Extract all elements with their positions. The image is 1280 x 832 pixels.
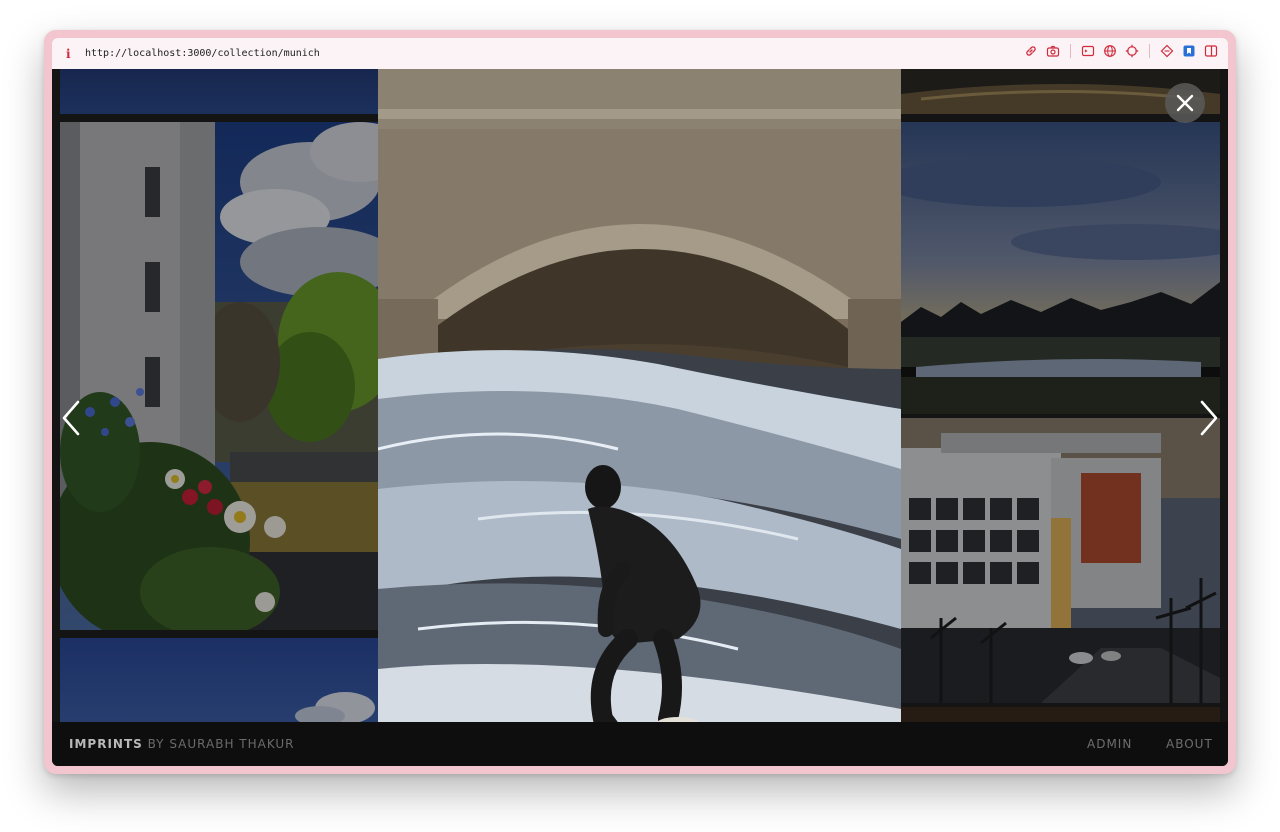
tile-dim: [60, 69, 378, 114]
photo-blue-sky[interactable]: [60, 69, 378, 114]
bookmark-icon[interactable]: [1182, 44, 1196, 58]
camera-icon[interactable]: [1046, 44, 1060, 58]
brand-name: IMPRINTS: [69, 737, 143, 751]
photo-office-buildings[interactable]: [901, 418, 1220, 703]
tile-dim: [901, 418, 1220, 703]
brand[interactable]: IMPRINTS BY SAURABH THAKUR: [69, 737, 295, 751]
featured-photo-overlay: [378, 722, 901, 766]
tile-dim: [901, 707, 1220, 722]
photo-viewport: IMPRINTS BY SAURABH THAKUR ADMIN ABOUT: [52, 69, 1228, 766]
chevron-left-icon[interactable]: [58, 398, 84, 438]
photo-balcony-flowers[interactable]: [60, 122, 378, 630]
browser-toolbar: [1024, 44, 1218, 58]
globe-icon[interactable]: [1103, 44, 1117, 58]
close-icon: [1176, 94, 1194, 112]
brand-byline: BY SAURABH THAKUR: [147, 737, 295, 751]
terminal-icon[interactable]: [1081, 44, 1095, 58]
extension-icon[interactable]: [1160, 44, 1174, 58]
photo-lake-park[interactable]: [901, 122, 1220, 414]
chevron-right-icon[interactable]: [1196, 398, 1222, 438]
eisbach-surfer-image: [378, 69, 901, 766]
nav-about-link[interactable]: ABOUT: [1166, 737, 1213, 751]
url-text[interactable]: http://localhost:3000/collection/munich: [85, 48, 320, 59]
tile-dim: [60, 638, 378, 722]
address-bar[interactable]: i http://localhost:3000/collection/munic…: [52, 38, 1228, 69]
browser-window: i http://localhost:3000/collection/munic…: [44, 30, 1236, 774]
link-icon[interactable]: [1024, 44, 1038, 58]
crosshair-icon[interactable]: [1125, 44, 1139, 58]
info-icon[interactable]: i: [66, 47, 76, 61]
sidebar-icon[interactable]: [1204, 44, 1218, 58]
photo-partial-bottom: [901, 707, 1220, 722]
close-button[interactable]: [1165, 83, 1205, 123]
tile-dim: [901, 122, 1220, 414]
toolbar-divider: [1070, 44, 1071, 58]
photo-blue-sky-cloud[interactable]: [60, 638, 378, 722]
photo-eisbach-surfer[interactable]: [378, 69, 901, 766]
nav-admin-link[interactable]: ADMIN: [1087, 737, 1132, 751]
toolbar-divider: [1149, 44, 1150, 58]
tile-dim: [60, 122, 378, 630]
